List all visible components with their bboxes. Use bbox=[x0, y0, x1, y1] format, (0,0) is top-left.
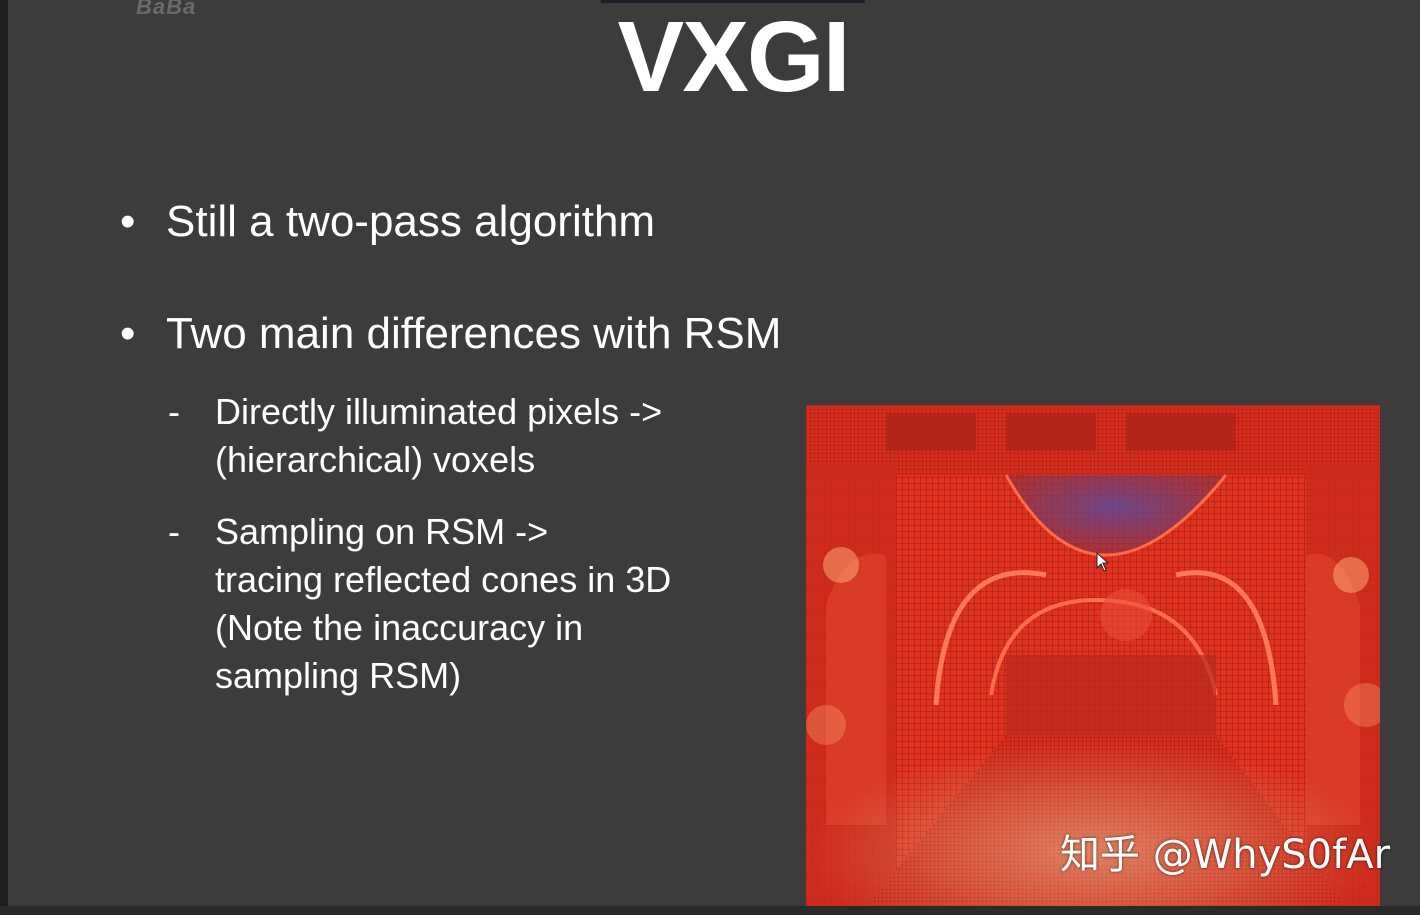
window-edge bbox=[0, 0, 8, 915]
bullet-marker: • bbox=[120, 197, 136, 246]
bullet-text: Two main differences with RSM bbox=[166, 309, 782, 358]
sub-bullet-line: tracing reflected cones in 3D bbox=[215, 559, 672, 600]
bullet-marker: • bbox=[120, 309, 136, 358]
sub-bullet-marker: - bbox=[168, 391, 180, 432]
bottom-edge bbox=[0, 906, 1420, 915]
bullet-text: Still a two-pass algorithm bbox=[166, 197, 656, 246]
sub-bullet-text: Directly illuminated pixels -> (hierarch… bbox=[215, 388, 662, 484]
sub-bullet-line: Sampling on RSM -> bbox=[215, 511, 549, 552]
sub-bullet-line: Directly illuminated pixels -> bbox=[215, 391, 663, 432]
sub-bullet-line: sampling RSM) bbox=[215, 655, 462, 696]
slide-title: VXGI bbox=[617, 1, 851, 113]
sub-bullet-line: (hierarchical) voxels bbox=[215, 439, 536, 480]
watermark-text: 知乎 @WhyS0fAr bbox=[1060, 832, 1391, 878]
sub-bullet-text: Sampling on RSM -> tracing reflected con… bbox=[215, 508, 671, 700]
sub-bullet-marker: - bbox=[168, 511, 180, 552]
sub-bullet-line: (Note the inaccuracy in bbox=[215, 607, 584, 648]
presentation-slide: BaBa VXGI • Still a two-pass algorithm •… bbox=[8, 0, 1420, 915]
mouse-cursor-icon bbox=[1096, 552, 1110, 572]
